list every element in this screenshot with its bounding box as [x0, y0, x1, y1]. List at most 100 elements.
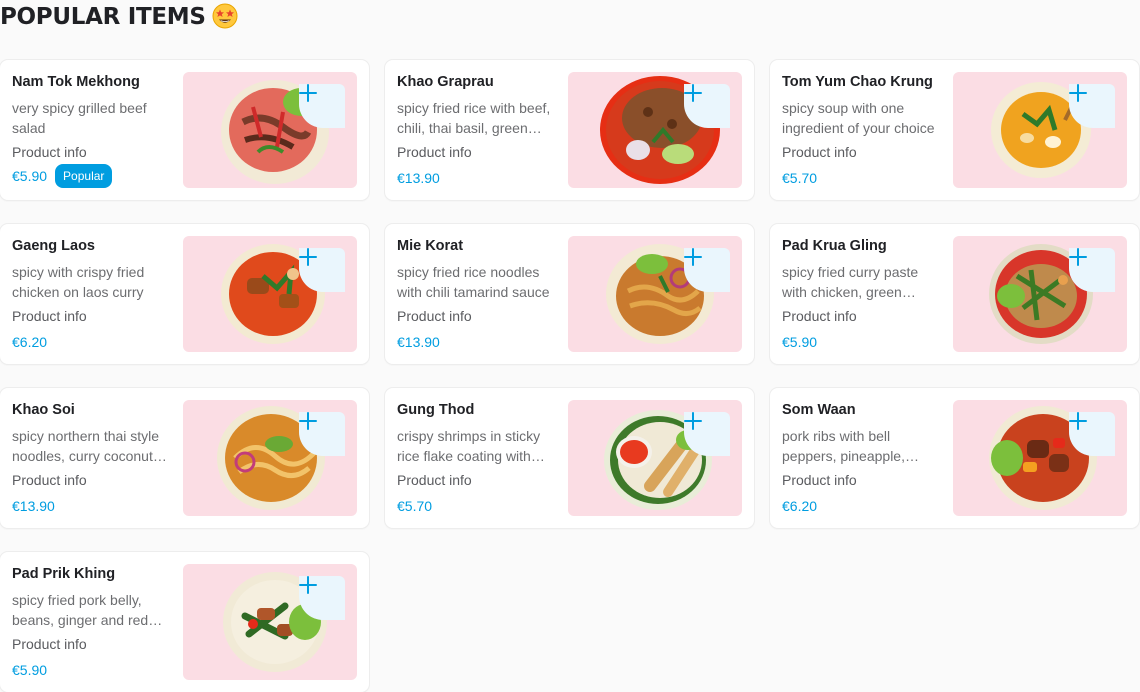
menu-item-price: €13.90 — [397, 170, 440, 186]
menu-item-image — [183, 236, 357, 352]
menu-item-price-row: €5.90 — [12, 660, 172, 680]
menu-item-image — [183, 564, 357, 680]
add-to-cart-button[interactable] — [1069, 84, 1115, 128]
product-info-link[interactable]: Product info — [12, 306, 172, 326]
star-struck-emoji-icon — [212, 3, 238, 29]
plus-icon — [299, 412, 317, 430]
product-info-link[interactable]: Product info — [397, 142, 557, 162]
menu-item-card[interactable]: Pad Krua Gling spicy fried curry paste w… — [770, 224, 1139, 364]
product-info-link[interactable]: Product info — [782, 142, 942, 162]
menu-item-name: Tom Yum Chao Krung — [782, 74, 933, 90]
plus-icon — [299, 248, 317, 266]
product-info-link[interactable]: Product info — [782, 306, 942, 326]
menu-item-card[interactable]: Nam Tok Mekhong very spicy grilled beef … — [0, 60, 369, 200]
menu-item-description: spicy soup with one ingredient of your c… — [782, 100, 935, 136]
menu-item-name: Nam Tok Mekhong — [12, 74, 140, 90]
menu-item-price: €5.70 — [397, 498, 433, 514]
add-to-cart-button[interactable] — [684, 84, 730, 128]
menu-item-price: €6.20 — [782, 498, 818, 514]
menu-item-text: Pad Prik Khing spicy fried pork belly, b… — [12, 564, 172, 680]
menu-item-card[interactable]: Tom Yum Chao Krung spicy soup with one i… — [770, 60, 1139, 200]
menu-item-name: Mie Korat — [397, 238, 464, 254]
menu-item-text: Khao Graprau spicy fried rice with beef,… — [397, 72, 557, 188]
menu-item-card[interactable]: Gaeng Laos spicy with crispy fried chick… — [0, 224, 369, 364]
menu-item-card[interactable]: Mie Korat spicy fried rice noodles with … — [385, 224, 754, 364]
menu-item-name: Gung Thod — [397, 402, 475, 418]
add-to-cart-button[interactable] — [1069, 248, 1115, 292]
menu-item-description: spicy fried rice noodles with chili tama… — [397, 264, 550, 300]
menu-item-name: Khao Soi — [12, 402, 75, 418]
menu-item-description: spicy fried curry paste with chicken, gr… — [782, 264, 919, 300]
menu-item-text: Nam Tok Mekhong very spicy grilled beef … — [12, 72, 172, 188]
menu-item-image — [183, 72, 357, 188]
menu-item-price-row: €13.90 — [397, 332, 557, 352]
menu-item-price-row: €5.90 — [782, 332, 942, 352]
product-info-link[interactable]: Product info — [12, 634, 172, 654]
menu-item-price: €5.90 — [782, 334, 818, 350]
product-info-link[interactable]: Product info — [12, 142, 172, 162]
add-to-cart-button[interactable] — [299, 412, 345, 456]
menu-item-card[interactable]: Khao Soi spicy northern thai style noodl… — [0, 388, 369, 528]
add-to-cart-button[interactable] — [299, 248, 345, 292]
plus-icon — [1069, 248, 1087, 266]
product-info-link[interactable]: Product info — [12, 470, 172, 490]
menu-item-description: pork ribs with bell peppers, pineapple, … — [782, 428, 905, 464]
product-info-link[interactable]: Product info — [782, 470, 942, 490]
menu-item-card[interactable]: Gung Thod crispy shrimps in sticky rice … — [385, 388, 754, 528]
menu-item-image — [568, 236, 742, 352]
menu-item-name: Pad Krua Gling — [782, 238, 887, 254]
menu-item-price: €5.70 — [782, 170, 818, 186]
menu-item-price-row: €5.90 Popular — [12, 164, 172, 188]
menu-item-text: Tom Yum Chao Krung spicy soup with one i… — [782, 72, 942, 188]
menu-item-text: Gung Thod crispy shrimps in sticky rice … — [397, 400, 557, 516]
menu-item-price-row: €5.70 — [397, 496, 557, 516]
plus-icon — [684, 412, 702, 430]
menu-item-description: spicy northern thai style noodles, curry… — [12, 428, 160, 464]
menu-item-price-row: €13.90 — [397, 168, 557, 188]
menu-item-card[interactable]: Som Waan pork ribs with bell peppers, pi… — [770, 388, 1139, 528]
section-title-text: POPULAR ITEMS — [0, 4, 206, 30]
menu-item-name: Pad Prik Khing — [12, 566, 116, 582]
product-info-link[interactable]: Product info — [397, 306, 557, 326]
menu-item-card[interactable]: Pad Prik Khing spicy fried pork belly, b… — [0, 552, 369, 692]
menu-item-card[interactable]: Khao Graprau spicy fried rice with beef,… — [385, 60, 754, 200]
product-info-link[interactable]: Product info — [397, 470, 557, 490]
popular-items-grid: Nam Tok Mekhong very spicy grilled beef … — [0, 60, 1140, 692]
plus-icon — [299, 576, 317, 594]
menu-item-image — [953, 236, 1127, 352]
menu-item-name: Khao Graprau — [397, 74, 494, 90]
menu-item-image — [953, 72, 1127, 188]
menu-item-description: spicy fried pork belly, beans, ginger an… — [12, 592, 149, 628]
menu-item-price-row: €6.20 — [782, 496, 942, 516]
plus-icon — [1069, 84, 1087, 102]
plus-icon — [299, 84, 317, 102]
menu-item-text: Som Waan pork ribs with bell peppers, pi… — [782, 400, 942, 516]
menu-item-image — [568, 400, 742, 516]
menu-item-name: Som Waan — [782, 402, 856, 418]
plus-icon — [1069, 412, 1087, 430]
menu-item-text: Pad Krua Gling spicy fried curry paste w… — [782, 236, 942, 352]
menu-item-description: spicy with crispy fried chicken on laos … — [12, 264, 145, 300]
menu-item-price-row: €5.70 — [782, 168, 942, 188]
add-to-cart-button[interactable] — [1069, 412, 1115, 456]
menu-item-text: Khao Soi spicy northern thai style noodl… — [12, 400, 172, 516]
menu-item-image — [183, 400, 357, 516]
menu-item-price: €6.20 — [12, 334, 48, 350]
menu-item-description: very spicy grilled beef salad — [12, 100, 147, 136]
add-to-cart-button[interactable] — [684, 248, 730, 292]
menu-item-price-row: €13.90 — [12, 496, 172, 516]
menu-item-text: Mie Korat spicy fried rice noodles with … — [397, 236, 557, 352]
add-to-cart-button[interactable] — [684, 412, 730, 456]
menu-item-image — [953, 400, 1127, 516]
menu-item-price-row: €6.20 — [12, 332, 172, 352]
add-to-cart-button[interactable] — [299, 84, 345, 128]
add-to-cart-button[interactable] — [299, 576, 345, 620]
menu-item-description: spicy fried rice with beef, chili, thai … — [397, 100, 551, 136]
menu-item-price: €13.90 — [397, 334, 440, 350]
menu-item-image — [568, 72, 742, 188]
popular-badge: Popular — [55, 164, 113, 188]
plus-icon — [684, 248, 702, 266]
menu-item-price: €5.90 — [12, 168, 48, 184]
section-title: POPULAR ITEMS — [0, 2, 238, 32]
menu-item-description: crispy shrimps in sticky rice flake coat… — [397, 428, 541, 464]
